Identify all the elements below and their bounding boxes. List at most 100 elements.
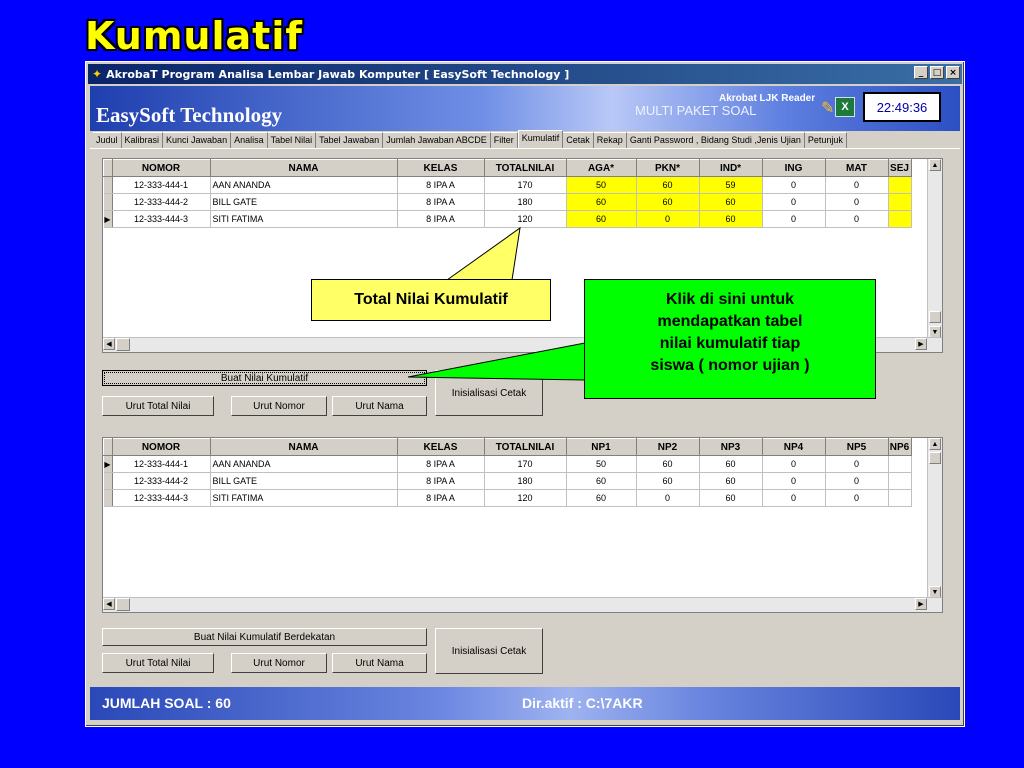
- table-cell[interactable]: 170: [484, 455, 567, 473]
- column-header[interactable]: MAT: [824, 159, 889, 177]
- pencil-icon[interactable]: ✎: [821, 98, 834, 118]
- urut-nomor-button-2[interactable]: Urut Nomor: [231, 653, 327, 673]
- table-cell[interactable]: 0: [762, 455, 826, 473]
- scroll-thumb[interactable]: [116, 338, 130, 351]
- table-cell[interactable]: [888, 193, 912, 211]
- table-cell[interactable]: 0: [825, 210, 889, 228]
- vertical-scrollbar[interactable]: ▲ ▼: [927, 438, 942, 598]
- table-cell[interactable]: 8 IPA A: [397, 455, 485, 473]
- column-header[interactable]: NP2: [635, 438, 700, 456]
- table-cell[interactable]: 180: [484, 472, 567, 490]
- inisialisasi-cetak-button[interactable]: Inisialisasi Cetak: [435, 370, 543, 416]
- table-cell[interactable]: 60: [699, 489, 763, 507]
- table-cell[interactable]: [888, 472, 912, 490]
- table-row[interactable]: 12-333-444-1 AAN ANANDA 8 IPA A 170 50 60 59 0 0: [103, 176, 912, 194]
- scroll-thumb[interactable]: [929, 311, 941, 323]
- tab-tabel-jawaban[interactable]: Tabel Jawaban: [316, 132, 384, 148]
- column-header[interactable]: KELAS: [396, 438, 485, 456]
- table-cell[interactable]: 12-333-444-2: [112, 193, 211, 211]
- table-cell[interactable]: 0: [636, 210, 700, 228]
- tab-judul[interactable]: Judul: [93, 132, 122, 148]
- column-header[interactable]: SEJ: [887, 159, 912, 177]
- table-cell[interactable]: 8 IPA A: [397, 472, 485, 490]
- table-cell[interactable]: 12-333-444-3: [112, 489, 211, 507]
- buat-nilai-kumulatif-button[interactable]: Buat Nilai Kumulatif: [102, 370, 427, 386]
- column-header[interactable]: PKN*: [635, 159, 700, 177]
- table-cell[interactable]: 8 IPA A: [397, 193, 485, 211]
- column-header[interactable]: NOMOR: [111, 438, 211, 456]
- table-cell[interactable]: 60: [636, 193, 700, 211]
- column-header[interactable]: AGA*: [565, 159, 637, 177]
- buat-nilai-kumulatif-berdekatan-button[interactable]: Buat Nilai Kumulatif Berdekatan: [102, 628, 427, 646]
- nilai-kumulatif-berdekatan-grid[interactable]: NOMOR NAMA KELAS TOTALNILAI NP1 NP2 NP3 NP4 NP5 N…: [102, 437, 943, 613]
- urut-nomor-button[interactable]: Urut Nomor: [231, 396, 327, 416]
- column-header[interactable]: TOTALNILAI: [483, 159, 567, 177]
- tab-analisa[interactable]: Analisa: [231, 132, 268, 148]
- table-cell[interactable]: 0: [762, 193, 826, 211]
- title-bar[interactable]: ✦ AkrobaT Program Analisa Lembar Jawab K…: [88, 64, 962, 84]
- maximize-button[interactable]: □: [930, 66, 944, 79]
- column-header[interactable]: TOTALNILAI: [483, 438, 567, 456]
- table-cell[interactable]: 120: [484, 489, 567, 507]
- table-cell[interactable]: 0: [762, 489, 826, 507]
- tab-kumulatif[interactable]: Kumulatif: [517, 130, 564, 148]
- table-cell[interactable]: [888, 176, 912, 194]
- horizontal-scrollbar[interactable]: ◀ ▶: [103, 597, 942, 612]
- inisialisasi-cetak-button-2[interactable]: Inisialisasi Cetak: [435, 628, 543, 674]
- table-row[interactable]: 12-333-444-2 BILL GATE 8 IPA A 180 60 60 60 0 0: [103, 472, 912, 490]
- tab-rekap[interactable]: Rekap: [593, 132, 627, 148]
- table-cell[interactable]: 8 IPA A: [397, 176, 485, 194]
- table-cell[interactable]: 180: [484, 193, 567, 211]
- table-cell[interactable]: 120: [484, 210, 567, 228]
- table-cell[interactable]: 12-333-444-3: [112, 210, 211, 228]
- close-button[interactable]: ×: [946, 66, 960, 79]
- table-cell[interactable]: 0: [762, 210, 826, 228]
- table-cell[interactable]: 12-333-444-1: [112, 455, 211, 473]
- table-cell[interactable]: 59: [699, 176, 763, 194]
- scroll-left-icon[interactable]: ◀: [103, 598, 115, 610]
- table-cell[interactable]: 60: [699, 193, 763, 211]
- tab-kalibrasi[interactable]: Kalibrasi: [121, 132, 164, 148]
- table-cell[interactable]: [888, 210, 912, 228]
- table-row[interactable]: 12-333-444-2 BILL GATE 8 IPA A 180 60 60 60 0 0: [103, 193, 912, 211]
- urut-total-nilai-button[interactable]: Urut Total Nilai: [102, 396, 214, 416]
- column-header[interactable]: NP1: [565, 438, 637, 456]
- column-header[interactable]: NP6: [887, 438, 912, 456]
- table-cell[interactable]: 60: [636, 455, 700, 473]
- excel-icon[interactable]: X: [835, 97, 855, 117]
- table-row[interactable]: ▶ 12-333-444-3 SITI FATIMA 8 IPA A 120 60 0 60 0…: [103, 210, 912, 228]
- table-cell[interactable]: 8 IPA A: [397, 210, 485, 228]
- table-cell[interactable]: 0: [762, 176, 826, 194]
- table-cell[interactable]: 50: [566, 455, 637, 473]
- table-cell[interactable]: 50: [566, 176, 637, 194]
- table-cell[interactable]: 60: [699, 472, 763, 490]
- column-header[interactable]: NP4: [761, 438, 826, 456]
- table-cell[interactable]: 60: [566, 193, 637, 211]
- column-header[interactable]: NAMA: [209, 159, 398, 177]
- row-indicator[interactable]: [103, 176, 113, 194]
- column-header[interactable]: ING: [761, 159, 826, 177]
- minimize-button[interactable]: _: [914, 66, 928, 79]
- table-cell[interactable]: 12-333-444-1: [112, 176, 211, 194]
- scroll-up-icon[interactable]: ▲: [929, 159, 941, 171]
- table-cell[interactable]: 0: [636, 489, 700, 507]
- table-cell[interactable]: BILL GATE: [210, 472, 398, 490]
- table-cell[interactable]: 170: [484, 176, 567, 194]
- table-cell[interactable]: 60: [636, 176, 700, 194]
- table-cell[interactable]: 60: [699, 455, 763, 473]
- table-cell[interactable]: 12-333-444-2: [112, 472, 211, 490]
- column-header[interactable]: NOMOR: [111, 159, 211, 177]
- scroll-right-icon[interactable]: ▶: [915, 338, 927, 350]
- table-cell[interactable]: 0: [825, 176, 889, 194]
- table-cell[interactable]: 60: [566, 472, 637, 490]
- tab-kunci-jawaban[interactable]: Kunci Jawaban: [163, 132, 232, 148]
- table-cell[interactable]: 60: [566, 489, 637, 507]
- table-cell[interactable]: 60: [699, 210, 763, 228]
- table-cell[interactable]: 0: [825, 193, 889, 211]
- urut-nama-button[interactable]: Urut Nama: [332, 396, 427, 416]
- table-cell[interactable]: [888, 455, 912, 473]
- row-indicator[interactable]: [103, 489, 113, 507]
- table-cell[interactable]: 60: [636, 472, 700, 490]
- scroll-thumb[interactable]: [929, 452, 941, 464]
- column-header[interactable]: IND*: [698, 159, 763, 177]
